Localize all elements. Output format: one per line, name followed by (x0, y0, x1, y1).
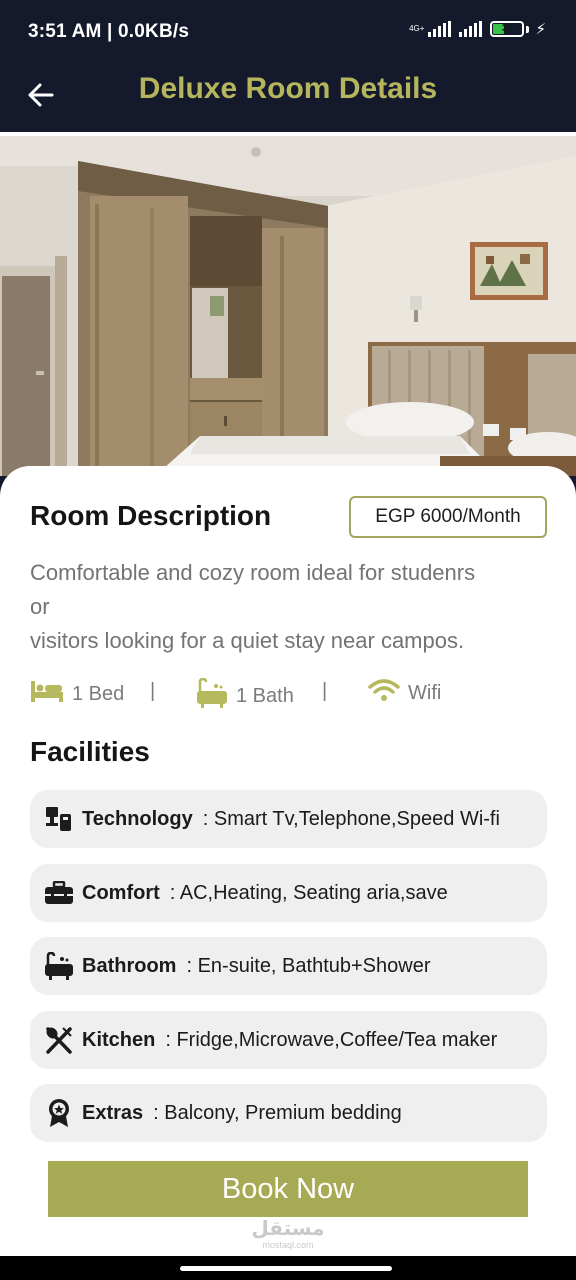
status-bar: 3:51 AM | 0.0KB/s 4G+ 37 ⚡ (0, 0, 576, 64)
feature-wifi: Wifi (368, 678, 441, 708)
devices-icon (44, 804, 74, 834)
description-line: Comfortable and cozy room ideal for stud… (30, 560, 476, 585)
feature-label: 1 Bath (236, 684, 294, 707)
battery-icon: 37 (490, 21, 525, 37)
status-icons: 4G+ 37 ⚡ (409, 20, 546, 38)
signal-icon (428, 21, 452, 37)
bathtub-icon (44, 951, 74, 981)
watermark-latin: mostaql.com (262, 1240, 314, 1250)
feature-separator: | (322, 680, 328, 702)
facility-technology: Technology : Smart Tv,Telephone,Speed Wi… (30, 790, 547, 848)
description-line: visitors looking for a quiet stay near c… (30, 628, 465, 653)
facility-value: : AC,Heating, Seating aria,save (169, 881, 448, 904)
price-badge: EGP 6000/Month (349, 496, 547, 538)
watermark: مستقل mostaql.com (248, 1218, 328, 1250)
facility-extras: Extras : Balcony, Premium bedding (30, 1084, 547, 1142)
bed-icon (30, 678, 64, 710)
signal-icon-2 (459, 21, 483, 37)
facility-kitchen: Kitchen : Fridge,Microwave,Coffee/Tea ma… (30, 1011, 547, 1069)
facility-value: : Balcony, Premium bedding (153, 1101, 402, 1124)
page-title: Deluxe Room Details (138, 72, 438, 105)
system-nav-bar (0, 1256, 576, 1280)
room-photo (0, 136, 576, 476)
facility-value: : En-suite, Bathtub+Shower (186, 954, 431, 977)
room-features: 1 Bed | 1 Bath | Wifi (30, 677, 550, 710)
watermark-arabic: مستقل (251, 1218, 325, 1240)
facility-bathroom: Bathroom : En-suite, Bathtub+Shower (30, 937, 547, 995)
book-now-button[interactable]: Book Now (48, 1161, 528, 1217)
room-description: Comfortable and cozy room ideal for stud… (30, 556, 540, 658)
utensils-icon (44, 1025, 74, 1055)
status-time: 3:51 AM | 0.0KB/s (28, 21, 190, 42)
bathtub-icon (196, 677, 228, 714)
battery-level: 37 (501, 23, 514, 34)
app-bar: Deluxe Room Details (0, 64, 576, 132)
facility-name: Extras (82, 1101, 144, 1124)
room-description-heading: Room Description (30, 500, 272, 531)
charging-icon: ⚡ (535, 21, 546, 38)
facility-name: Technology (82, 807, 193, 830)
feature-bath: 1 Bath (196, 677, 294, 714)
toolbox-icon (44, 878, 74, 908)
battery-tip (526, 25, 530, 33)
wifi-icon (368, 678, 400, 708)
feature-separator: | (150, 680, 156, 702)
facility-comfort: Comfort : AC,Heating, Seating aria,save (30, 864, 547, 922)
home-indicator[interactable] (180, 1266, 392, 1271)
network-type-label: 4G+ (409, 24, 425, 33)
feature-label: 1 Bed (72, 682, 125, 705)
feature-bed: 1 Bed (30, 678, 124, 710)
facility-name: Kitchen (82, 1028, 156, 1051)
facility-name: Comfort (82, 881, 160, 904)
award-icon (44, 1098, 74, 1128)
facilities-heading: Facilities (30, 736, 150, 767)
facility-value: : Smart Tv,Telephone,Speed Wi-fi (202, 807, 500, 830)
feature-label: Wifi (408, 681, 442, 704)
facility-name: Bathroom (82, 954, 177, 977)
details-sheet: Room Description EGP 6000/Month Comforta… (0, 466, 576, 1256)
description-line: or (30, 594, 50, 619)
facility-value: : Fridge,Microwave,Coffee/Tea maker (165, 1028, 498, 1051)
